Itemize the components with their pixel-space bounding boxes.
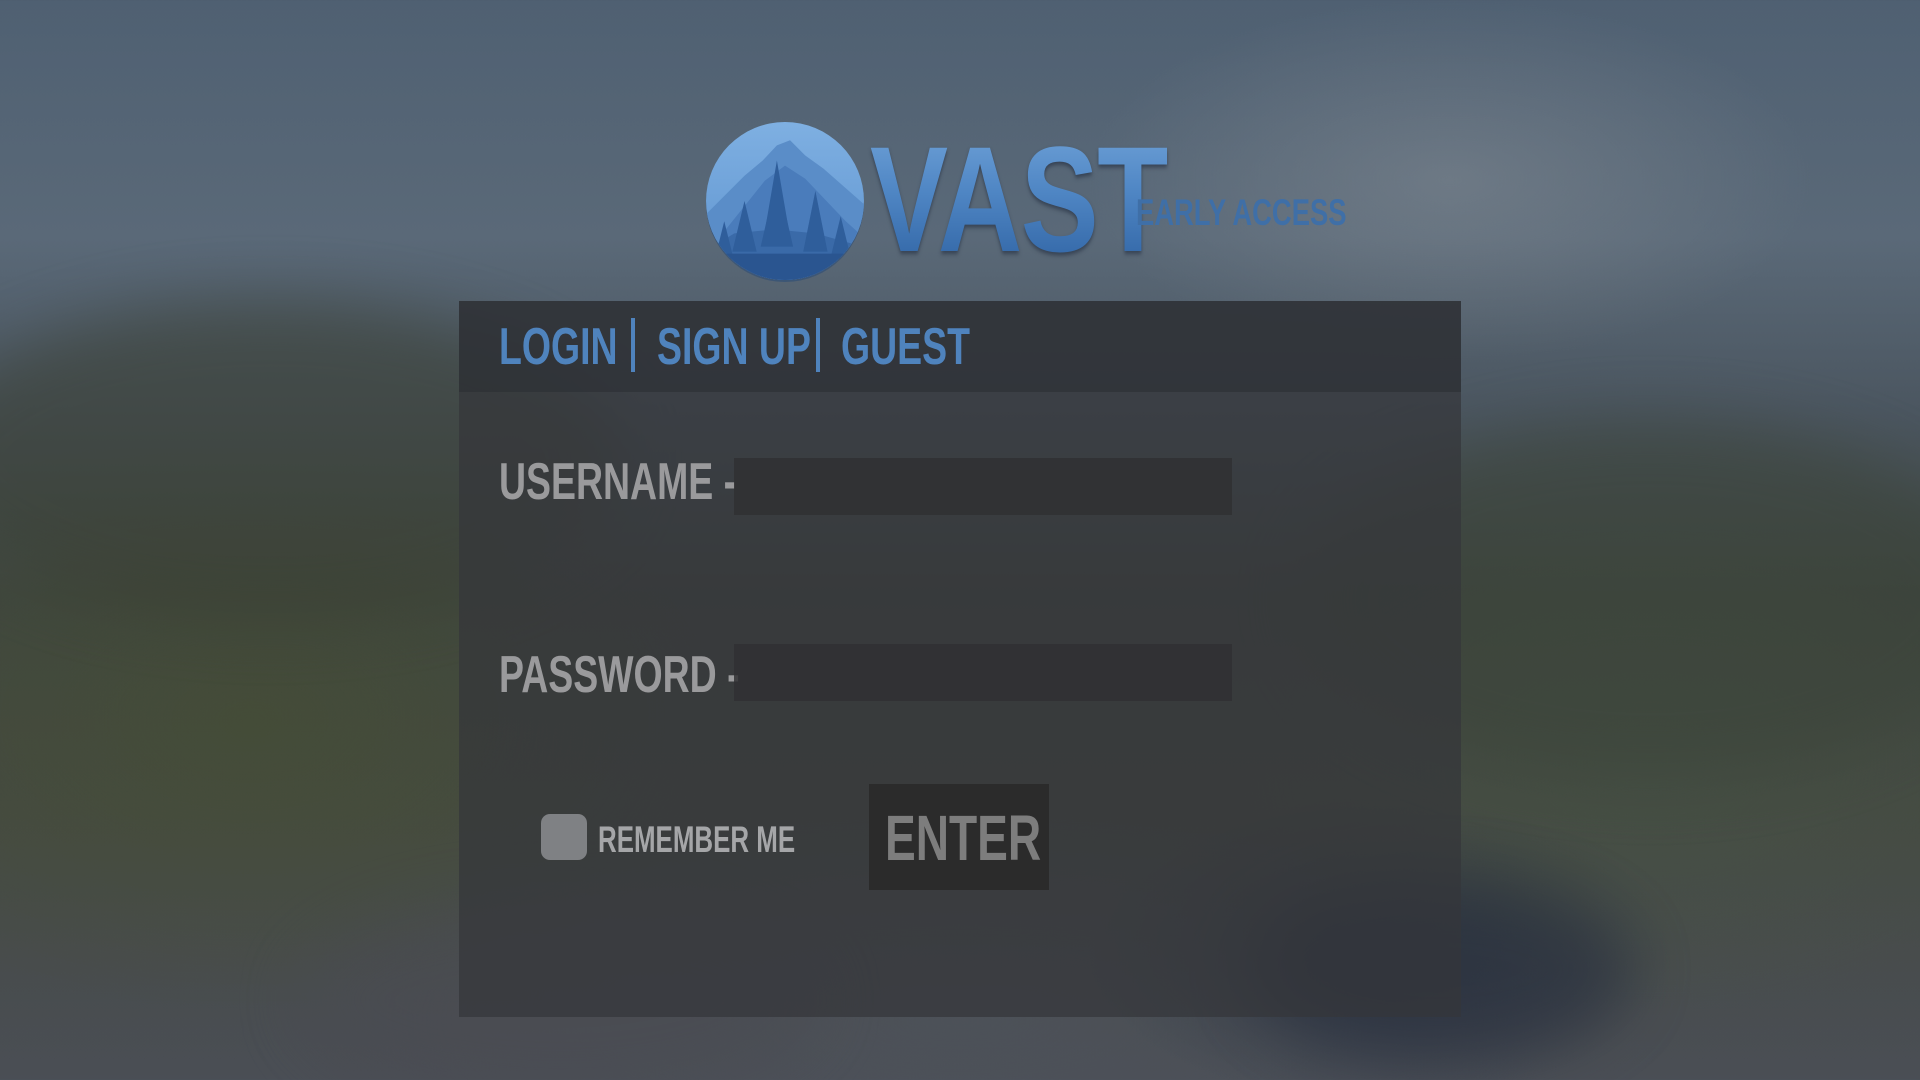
enter-button[interactable]: ENTER <box>869 784 1049 890</box>
username-label: USERNAME - <box>499 453 737 511</box>
remember-me-checkbox[interactable] <box>541 814 587 860</box>
password-input[interactable] <box>734 644 1232 701</box>
remember-me-label: REMEMBER ME <box>598 819 796 860</box>
game-logo: VAST EARLY ACCESS <box>704 115 1346 288</box>
early-access-tag: EARLY ACCESS <box>1136 192 1347 233</box>
login-panel: LOGIN SIGN UP GUEST USERNAME - PASSWORD … <box>459 301 1461 1017</box>
remember-me-toggle[interactable]: REMEMBER ME <box>541 814 801 862</box>
mountain-forest-icon <box>706 122 864 282</box>
tab-divider <box>816 318 820 372</box>
tab-guest[interactable]: GUEST <box>841 319 970 375</box>
enter-button-label: ENTER <box>885 802 1042 874</box>
password-label: PASSWORD - <box>499 646 740 704</box>
username-input[interactable] <box>734 458 1232 515</box>
logo-wordmark: VAST <box>870 115 1169 283</box>
tab-divider <box>631 318 635 372</box>
tab-bar: LOGIN SIGN UP GUEST <box>459 301 1461 392</box>
tab-sign-up[interactable]: SIGN UP <box>657 319 811 375</box>
tab-login[interactable]: LOGIN <box>499 319 618 375</box>
